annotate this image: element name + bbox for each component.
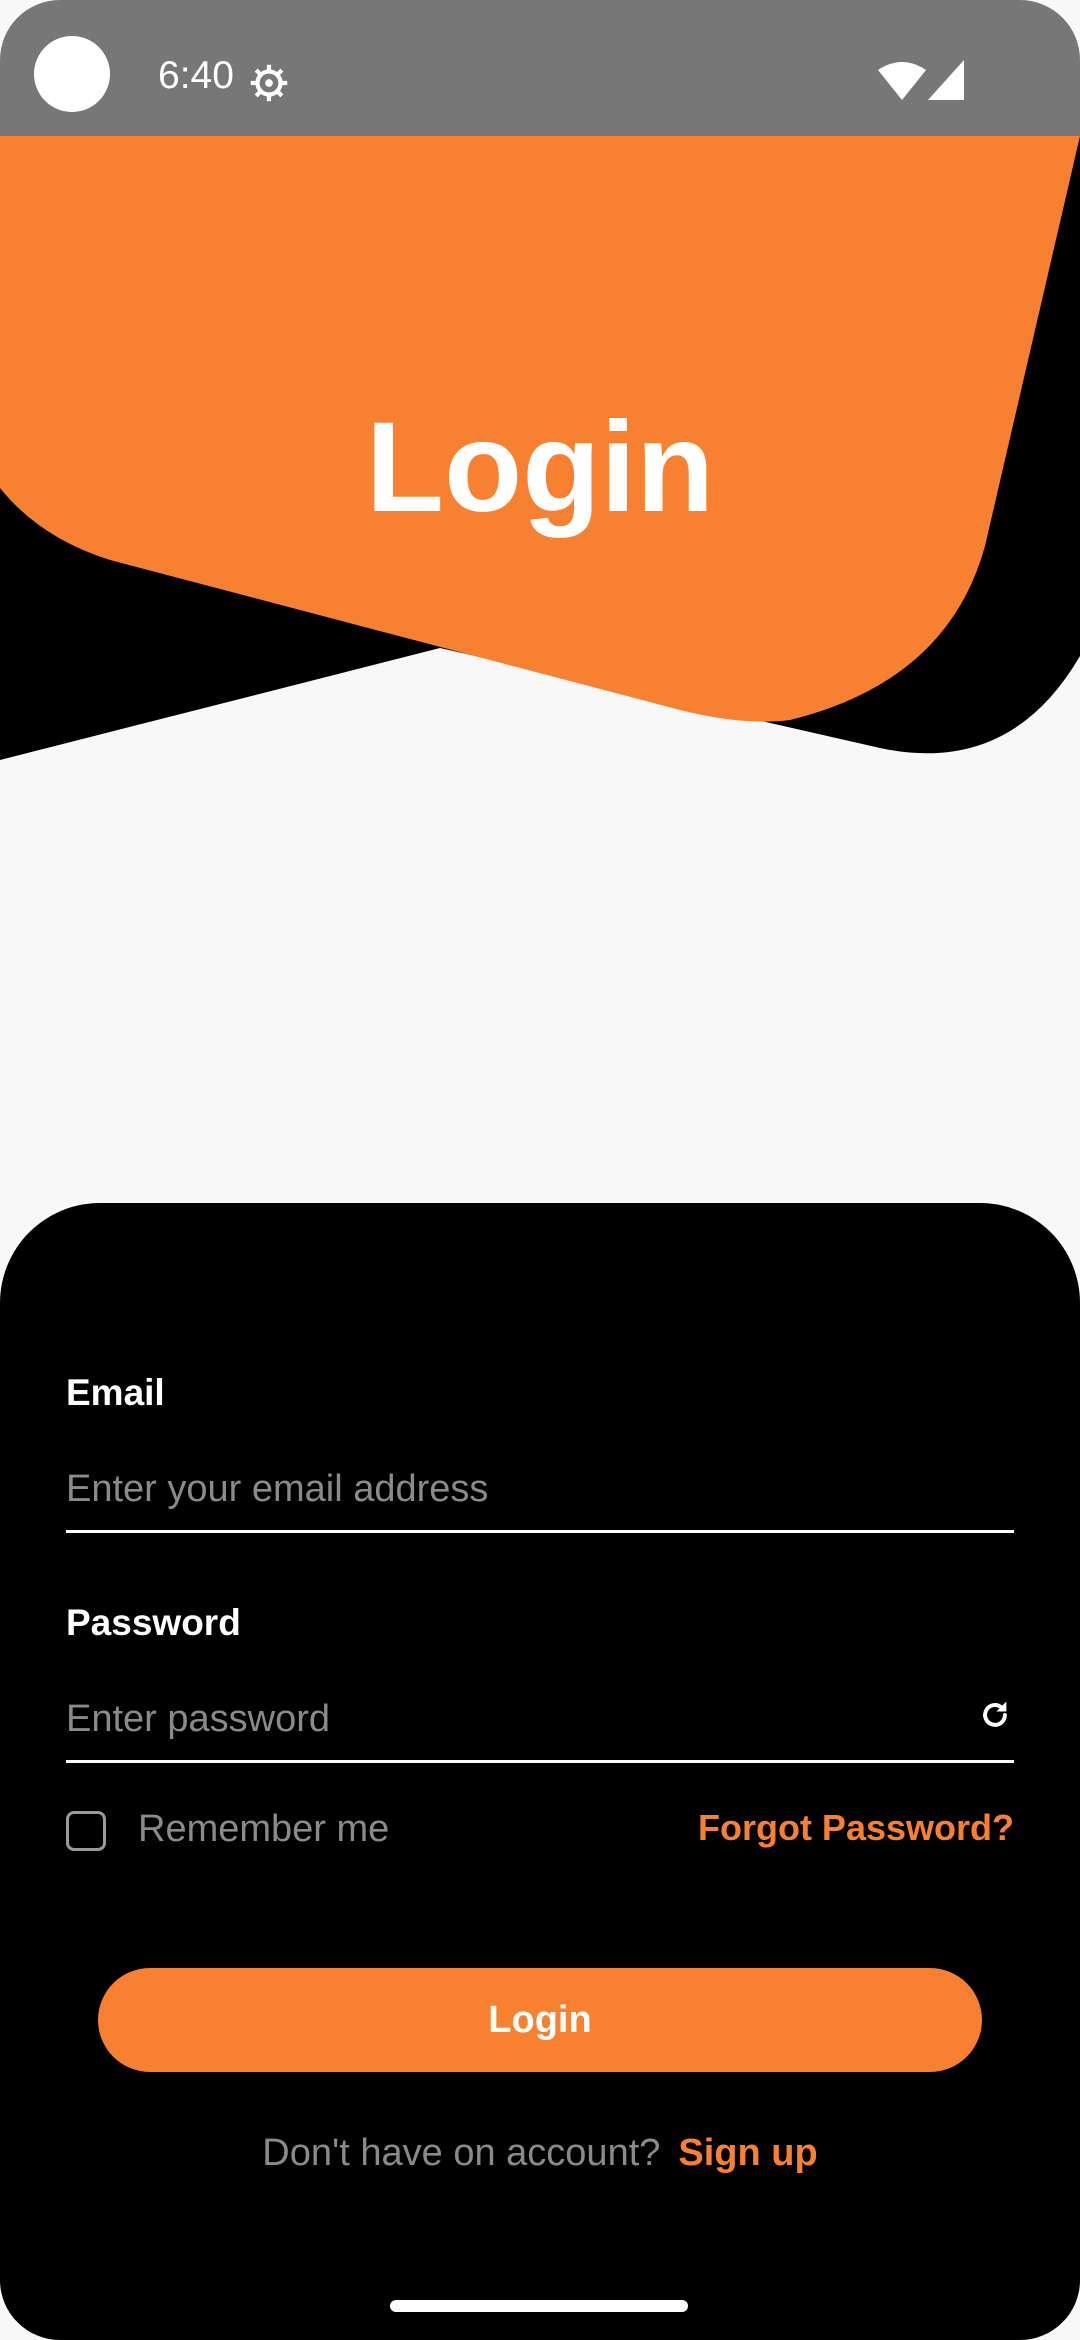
cellular-signal-icon — [928, 60, 964, 100]
email-field[interactable] — [66, 1454, 1014, 1524]
remember-me-checkbox[interactable] — [66, 1811, 106, 1851]
password-label: Password — [66, 1602, 241, 1643]
login-button[interactable]: Login — [98, 1968, 982, 2072]
email-field-container — [66, 1454, 1014, 1533]
signup-link[interactable]: Sign up — [678, 2132, 817, 2174]
status-bar: 6:40 — [0, 0, 1080, 136]
settings-icon — [250, 64, 288, 102]
signup-prompt: Don't have on account? — [262, 2132, 661, 2174]
signup-row: Don't have on account? Sign up — [0, 2134, 1080, 2172]
page-title: Login — [365, 396, 715, 539]
remember-me-label[interactable]: Remember me — [138, 1810, 389, 1848]
hero-header: Login — [0, 136, 1080, 776]
remember-row: Remember me Forgot Password? — [66, 1806, 1014, 1854]
forgot-password-link[interactable]: Forgot Password? — [698, 1810, 1014, 1846]
refresh-icon[interactable] — [978, 1698, 1012, 1732]
email-label: Email — [66, 1372, 165, 1413]
home-indicator[interactable] — [390, 2300, 688, 2312]
password-field[interactable] — [66, 1684, 1014, 1754]
password-field-container — [66, 1684, 1014, 1763]
wifi-icon — [878, 62, 926, 100]
status-time: 6:40 — [158, 54, 234, 97]
camera-dot — [34, 36, 110, 112]
